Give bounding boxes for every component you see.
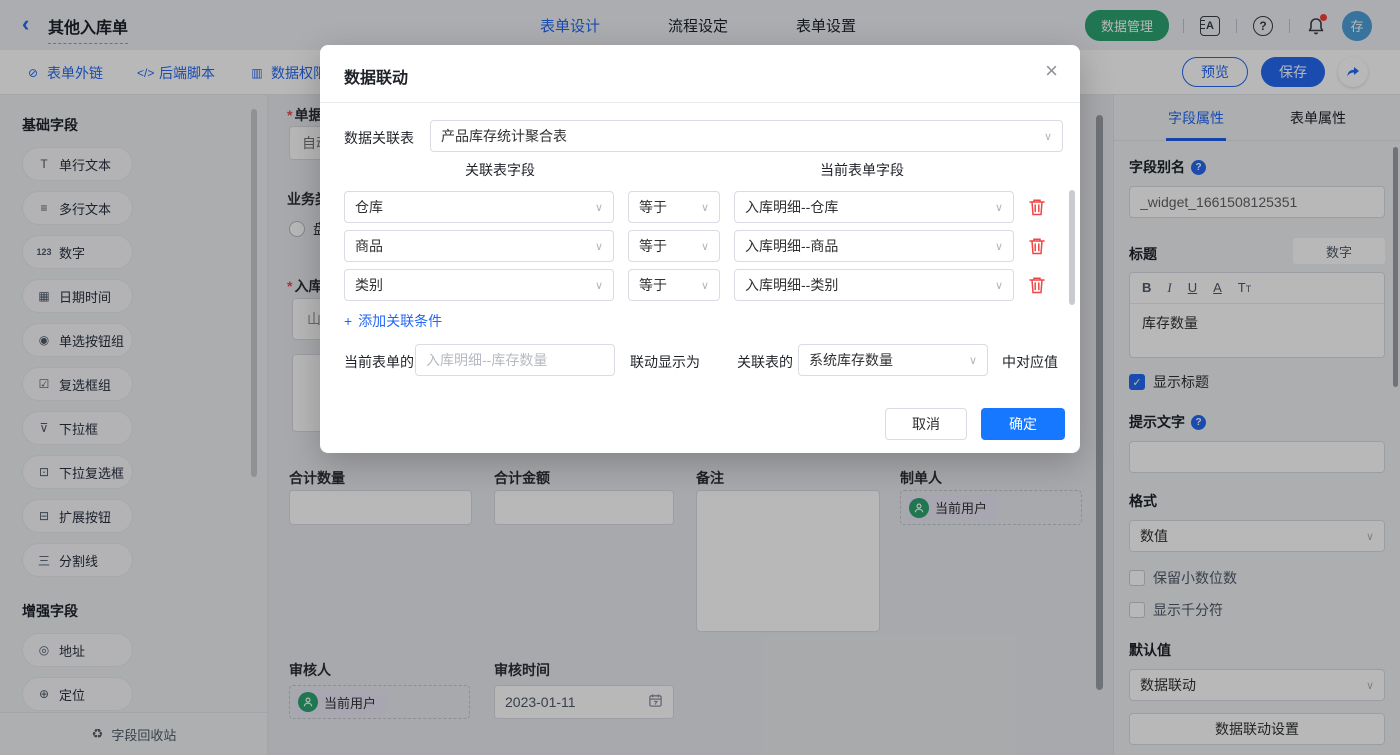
condition-left-select[interactable]: 商品∨ [344,230,614,262]
add-condition-link[interactable]: + 添加关联条件 [344,311,442,331]
condition-operator-select[interactable]: 等于∨ [628,269,720,301]
relation-of-label: 关联表的 [737,352,793,372]
delete-condition-icon[interactable] [1028,197,1046,217]
chevron-down-icon: ∨ [701,279,709,292]
condition-right-select[interactable]: 入库明细--仓库∨ [734,191,1014,223]
column-header-right: 当前表单字段 [820,160,904,180]
delete-condition-icon[interactable] [1028,275,1046,295]
app-root: ‹ 其他入库单 表单设计 流程设定 表单设置 数据管理 A ? 存 ⊘ 表单外链 [0,0,1400,755]
delete-condition-icon[interactable] [1028,236,1046,256]
condition-right-select[interactable]: 入库明细--商品∨ [734,230,1014,262]
condition-operator-select[interactable]: 等于∨ [628,230,720,262]
chevron-down-icon: ∨ [995,279,1003,292]
chevron-down-icon: ∨ [995,240,1003,253]
chevron-down-icon: ∨ [595,201,603,214]
relation-field-select[interactable]: 系统库存数量 ∨ [798,344,988,376]
chevron-down-icon: ∨ [969,354,977,367]
condition-left-select[interactable]: 类别∨ [344,269,614,301]
current-form-label: 当前表单的 [344,352,414,372]
data-linkage-modal: 数据联动 × 数据关联表 产品库存统计聚合表 ∨ 关联表字段 当前表单字段 仓库… [320,45,1080,453]
cancel-button[interactable]: 取消 [885,408,967,440]
condition-right-select[interactable]: 入库明细--类别∨ [734,269,1014,301]
modal-divider [320,102,1080,103]
condition-left-select[interactable]: 仓库∨ [344,191,614,223]
chevron-down-icon: ∨ [595,240,603,253]
chevron-down-icon: ∨ [595,279,603,292]
confirm-button[interactable]: 确定 [981,408,1065,440]
relation-table-label: 数据关联表 [344,128,414,148]
close-icon[interactable]: × [1045,58,1058,84]
column-header-left: 关联表字段 [465,160,535,180]
relation-table-select[interactable]: 产品库存统计聚合表 ∨ [430,120,1063,152]
chevron-down-icon: ∨ [995,201,1003,214]
condition-operator-select[interactable]: 等于∨ [628,191,720,223]
chevron-down-icon: ∨ [701,240,709,253]
current-form-field-input[interactable] [415,344,615,376]
plus-icon: + [344,313,352,329]
chevron-down-icon: ∨ [701,201,709,214]
modal-title: 数据联动 [344,64,408,88]
suffix-label: 中对应值 [1002,352,1058,372]
modal-scrollbar[interactable] [1069,190,1075,305]
display-as-label: 联动显示为 [630,352,700,372]
chevron-down-icon: ∨ [1044,130,1052,143]
